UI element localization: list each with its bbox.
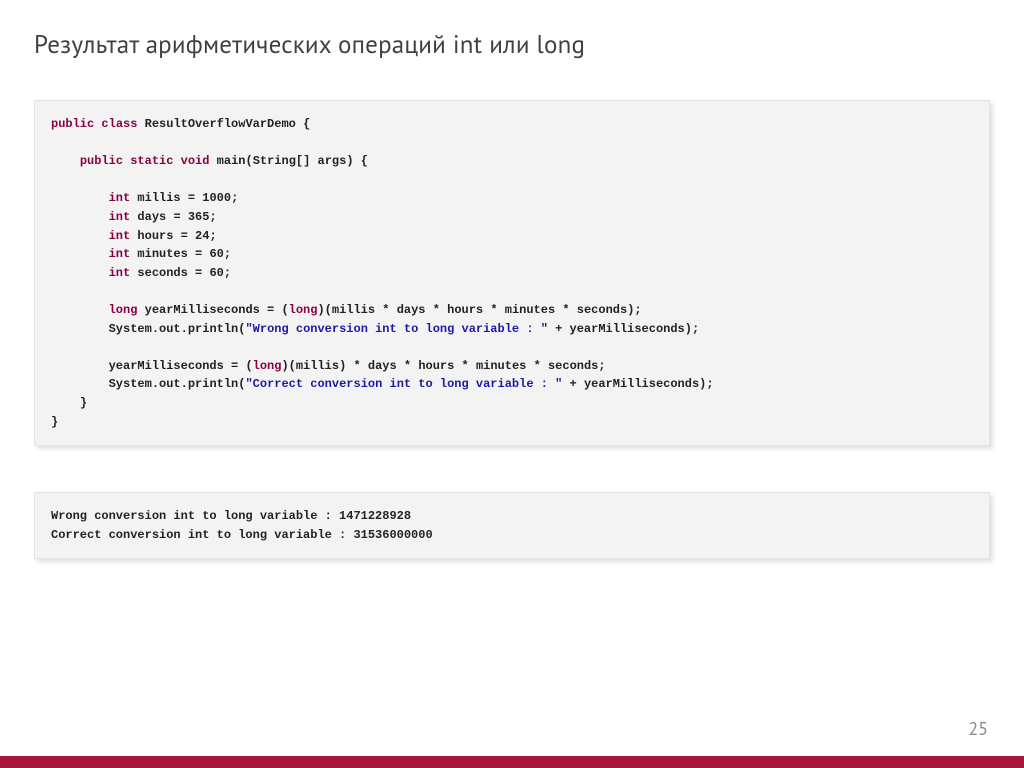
slide: Результат арифметических операций int ил…: [0, 0, 1024, 768]
output-block: Wrong conversion int to long variable : …: [34, 492, 990, 559]
code-block: public class ResultOverflowVarDemo { pub…: [34, 100, 990, 446]
accent-bar: [0, 756, 1024, 768]
page-number: 25: [968, 717, 988, 740]
slide-title: Результат арифметических операций int ил…: [34, 28, 990, 60]
